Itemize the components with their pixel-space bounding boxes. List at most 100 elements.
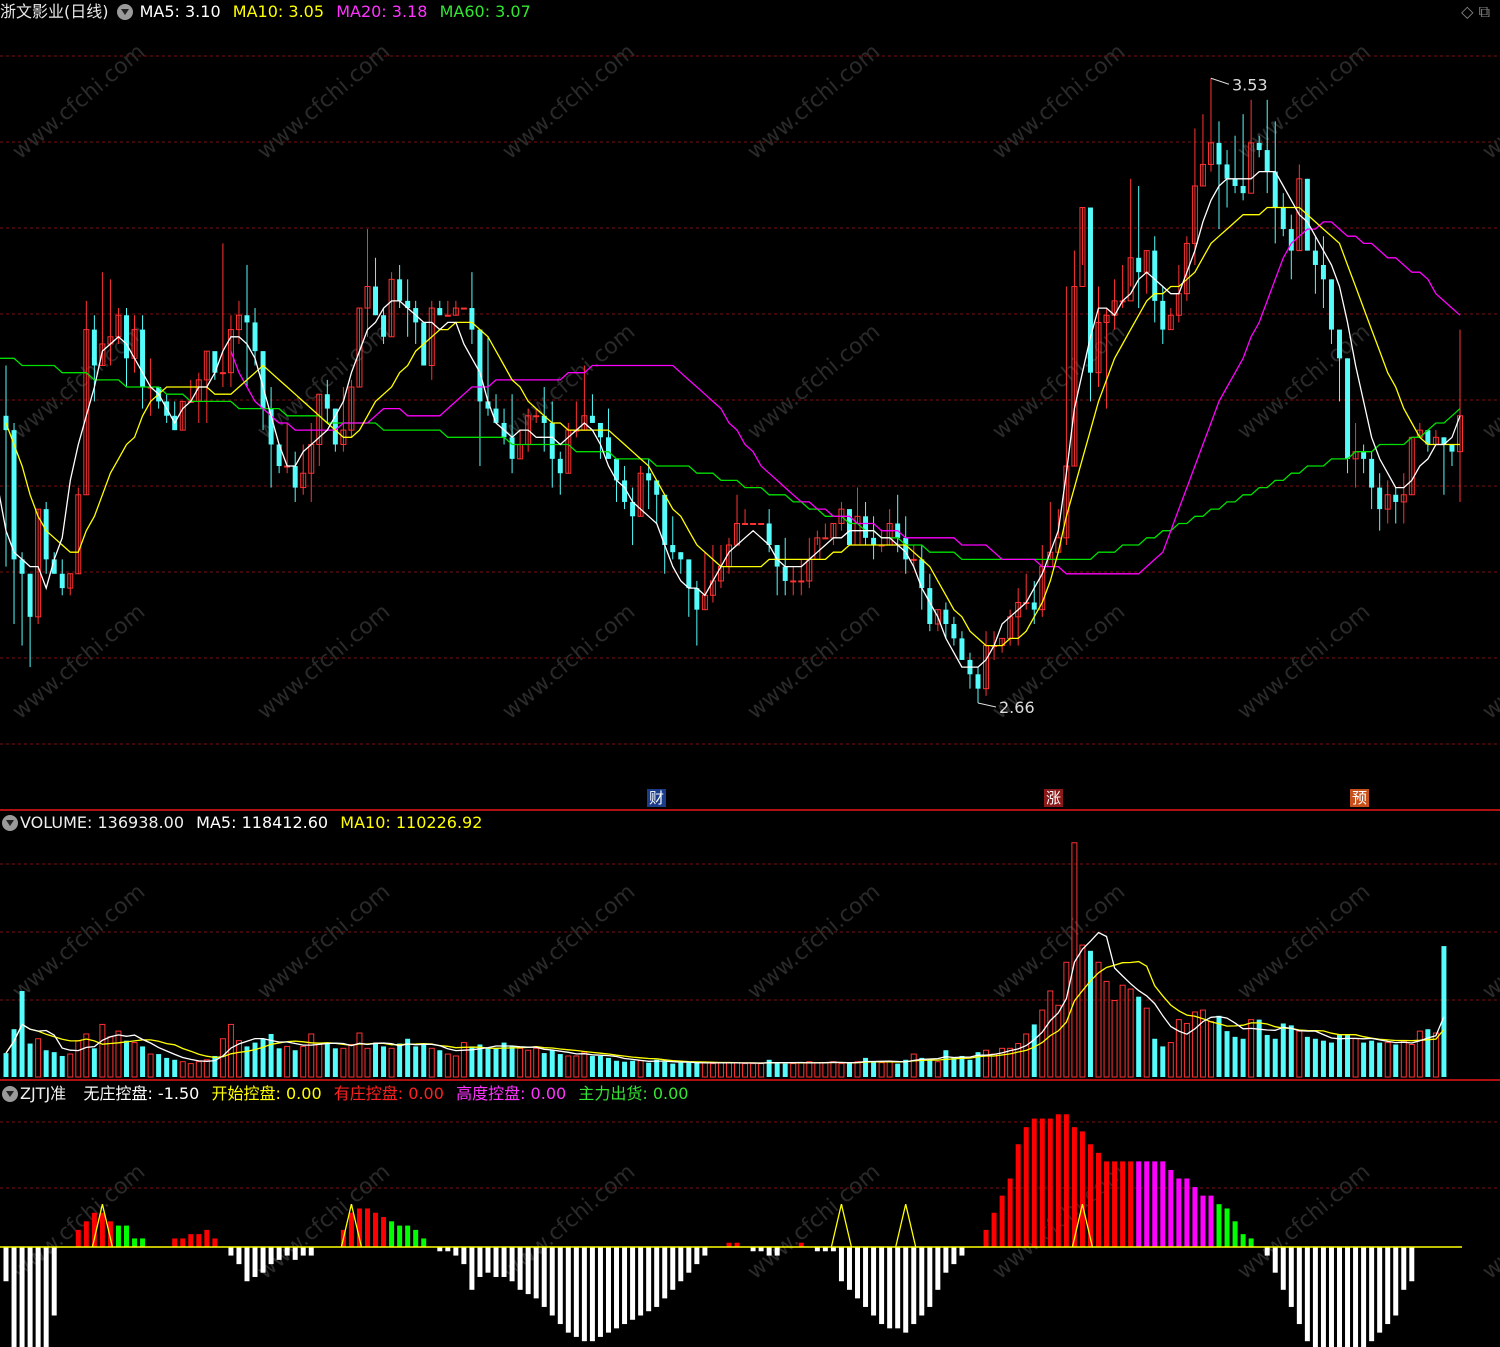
volume-bar-down (59, 1055, 65, 1077)
volume-bar-up (428, 1047, 435, 1078)
watermark-text: www.cfchi.com (1478, 39, 1500, 164)
volume-bar-down (927, 1059, 933, 1077)
candle-body-down (1136, 257, 1142, 273)
indicator-bar (381, 1217, 387, 1247)
candle-body-down (549, 422, 555, 459)
volume-settings-icon[interactable] (2, 815, 18, 831)
window-controls[interactable]: ◇ ⧉ (1461, 2, 1490, 22)
candle-body-up (822, 537, 829, 540)
volume-bar-up (1023, 1033, 1030, 1078)
volume-bar-up (701, 1062, 708, 1078)
volume-bar-up (35, 1038, 42, 1078)
volume-bar-down (1280, 1023, 1286, 1077)
indicator-bar (1401, 1247, 1407, 1290)
watermark-text: www.cfchi.com (743, 319, 885, 444)
volume-bars (3, 842, 1447, 1078)
indicator-bar (268, 1247, 274, 1265)
indicator-bar (1176, 1178, 1182, 1247)
candle-body-down (871, 537, 877, 546)
volume-bar-down (172, 1059, 178, 1077)
indicator-bar (622, 1247, 628, 1325)
volume-bar-up (709, 1063, 716, 1078)
stock-title[interactable]: 浙文影业(日线) (0, 2, 109, 21)
event-marker-finance[interactable]: 财 (647, 789, 667, 807)
volume-bar-up (581, 1051, 588, 1078)
volume-bar-down (292, 1050, 298, 1077)
watermark-text: www.cfchi.com (743, 599, 885, 724)
indicator-bar (1079, 1131, 1085, 1247)
candle-body-up (758, 522, 765, 525)
volume-bar-up (517, 1047, 524, 1078)
indicator-bar (887, 1247, 893, 1329)
indicator-bar (140, 1238, 146, 1247)
candle-body-down (91, 329, 97, 366)
indicator-bar (365, 1208, 370, 1247)
volume-bar-down (1393, 1044, 1399, 1077)
candle-body-down (292, 466, 298, 488)
volume-bar-up (1175, 1019, 1182, 1078)
volume-bar-down (774, 1062, 780, 1077)
volume-bar-up (1079, 944, 1086, 1078)
volume-bar-up (67, 1053, 74, 1078)
watermark-text: www.cfchi.com (498, 599, 640, 724)
watermark-text: www.cfchi.com (1233, 319, 1375, 444)
volume-bar-down (276, 1048, 282, 1077)
indicator-settings-icon[interactable] (2, 1086, 18, 1102)
indicator-bars (0, 1114, 1462, 1347)
volume-bar-up (790, 1063, 797, 1078)
indicator-bar (903, 1247, 909, 1333)
volume-bar-down (694, 1062, 700, 1077)
volume-bar-up (758, 1063, 765, 1078)
candle-body-down (846, 509, 852, 546)
indicator-name[interactable]: ZJTJ准 (20, 1084, 66, 1103)
candle-body-down (1345, 358, 1351, 459)
indicator-bar (1385, 1247, 1391, 1325)
volume-bar-down (1160, 1046, 1166, 1077)
candle-body-down (1393, 494, 1399, 502)
event-marker-limit-up[interactable]: 涨 (1044, 789, 1064, 807)
indicator-bar (509, 1247, 515, 1282)
volume-bar-down (27, 1043, 33, 1077)
watermark-text: www.cfchi.com (253, 879, 395, 1004)
indicator-panel-header: ZJTJ准 无庄控盘: -1.50 开始控盘: 0.00 有庄控盘: 0.00 … (0, 1082, 690, 1106)
event-marker-forecast[interactable]: 预 (1350, 789, 1370, 807)
ma20-label: MA20: 3.18 (336, 2, 428, 21)
volume-bar-down (1288, 1025, 1294, 1077)
indicator-bar (1152, 1161, 1158, 1247)
volume-bar-down (1031, 1024, 1037, 1077)
indicator-bar (846, 1247, 852, 1290)
volume-bar-up (838, 1063, 845, 1078)
indicator-bar (630, 1247, 636, 1320)
volume-bar-up (1384, 1042, 1391, 1078)
low-price-label: 2.66 (999, 698, 1035, 717)
volume-bar-down (895, 1063, 901, 1077)
indicator-bar (477, 1247, 483, 1277)
indicator-bar (1248, 1238, 1254, 1247)
indicator-bar (188, 1234, 194, 1247)
candle-body-down (252, 322, 258, 352)
indicator-bar (1031, 1118, 1037, 1247)
indicator-bar (838, 1247, 844, 1282)
candle-body-down (140, 329, 146, 388)
candle-body-down (493, 408, 499, 423)
candle-body-up (533, 415, 540, 418)
volume-bar-up (115, 1030, 122, 1078)
indicator-bar (702, 1247, 708, 1256)
indicator-bar (573, 1247, 579, 1337)
watermark-text: www.cfchi.com (8, 879, 150, 1004)
volume-bar-down (597, 1055, 603, 1077)
ma60-label: MA60: 3.07 (439, 2, 531, 21)
volume-bar-down (1152, 1038, 1158, 1077)
volume-bar-down (1337, 1034, 1342, 1077)
volume-bar-up (356, 1032, 363, 1078)
watermark-text: www.cfchi.com (1233, 39, 1375, 164)
watermark-text: www.cfchi.com (988, 319, 1130, 444)
indicator-bar (389, 1221, 395, 1247)
indicator-bar (863, 1247, 869, 1307)
volume-bar-up (1408, 1043, 1415, 1078)
indicator-bar (1232, 1221, 1238, 1247)
settings-dropdown-icon[interactable] (116, 4, 133, 20)
volume-bar-up (308, 1033, 315, 1078)
indicator-bar (678, 1247, 684, 1282)
volume-bar-down (557, 1054, 563, 1077)
